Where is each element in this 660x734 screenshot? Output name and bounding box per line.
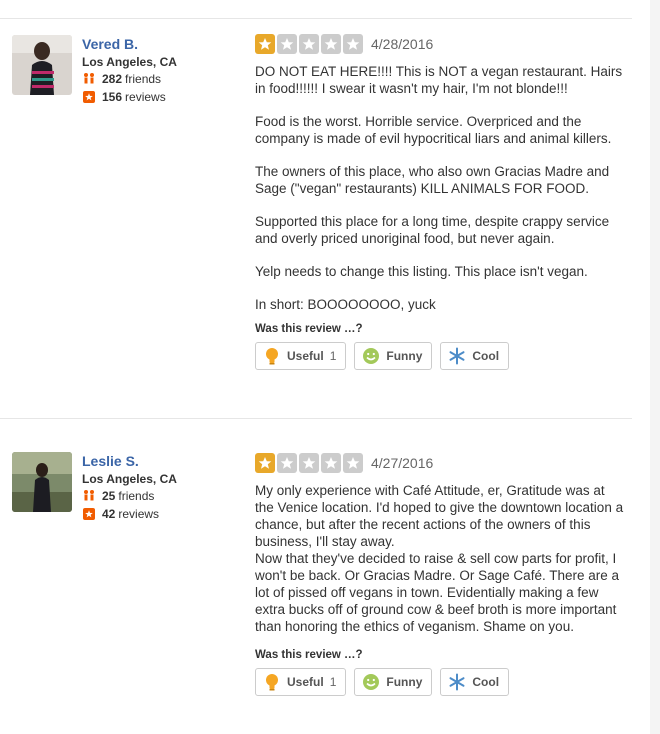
useful-button[interactable]: Useful 1 (255, 668, 347, 696)
review-paragraph: Supported this place for a long time, de… (255, 214, 610, 246)
review-content: 4/27/2016 My only experience with Café A… (255, 452, 625, 696)
reviews-stat: 42 reviews (82, 505, 252, 523)
user-location: Los Angeles, CA (82, 472, 177, 486)
star-icon (277, 453, 297, 473)
snowflake-icon (448, 673, 466, 691)
review-paragraph: In short: BOOOOOOOO, yuck (255, 297, 436, 312)
page-scroll-edge (650, 0, 660, 734)
user-info: Leslie S. Los Angeles, CA 25 friends 42 … (82, 452, 252, 523)
vote-label: Was this review …? (255, 649, 363, 661)
rating-row: 4/28/2016 (255, 33, 625, 55)
review-content: 4/28/2016 DO NOT EAT HERE!!!! This is NO… (255, 33, 625, 370)
useful-button[interactable]: Useful 1 (255, 342, 347, 370)
useful-label: Useful (287, 349, 324, 363)
star-icon (255, 34, 275, 54)
reviews-stat: 156 reviews (82, 88, 252, 106)
review-paragraph: Now that they've decided to raise & sell… (255, 551, 619, 634)
useful-count: 1 (329, 675, 337, 689)
user-info: Vered B. Los Angeles, CA 282 friends 156… (82, 35, 252, 106)
funny-label: Funny (386, 349, 423, 363)
review-divider (0, 418, 632, 419)
reviews-count: 42 (102, 507, 116, 521)
star-icon (321, 453, 341, 473)
smiley-icon (362, 673, 380, 691)
vote-buttons: Useful 1 Funny Cool (255, 668, 625, 696)
friends-count: 282 (102, 72, 123, 86)
review-star-icon (82, 90, 96, 104)
friends-stat: 25 friends (82, 487, 252, 505)
star-rating (255, 34, 363, 54)
star-icon (343, 453, 363, 473)
reviews-label: reviews (125, 90, 166, 104)
lightbulb-icon (263, 673, 281, 691)
review-paragraph: DO NOT EAT HERE!!!! This is NOT a vegan … (255, 64, 623, 96)
user-location: Los Angeles, CA (82, 55, 177, 69)
friends-icon (82, 489, 96, 503)
star-icon (299, 453, 319, 473)
funny-button[interactable]: Funny (354, 342, 433, 370)
avatar[interactable] (12, 452, 72, 512)
star-icon (299, 34, 319, 54)
review-text: DO NOT EAT HERE!!!! This is NOT a vegan … (255, 63, 625, 313)
avatar[interactable] (12, 35, 72, 95)
review-paragraph: Food is the worst. Horrible service. Ove… (255, 114, 612, 146)
friends-icon (82, 72, 96, 86)
cool-button[interactable]: Cool (440, 342, 510, 370)
user-name-link[interactable]: Vered B. (82, 35, 252, 53)
star-rating (255, 453, 363, 473)
star-icon (321, 34, 341, 54)
useful-label: Useful (287, 675, 324, 689)
lightbulb-icon (263, 347, 281, 365)
rating-row: 4/27/2016 (255, 452, 625, 474)
review-paragraph: The owners of this place, who also own G… (255, 164, 610, 196)
friends-label: friends (125, 72, 162, 86)
star-icon (255, 453, 275, 473)
friends-stat: 282 friends (82, 70, 252, 88)
smiley-icon (362, 347, 380, 365)
funny-label: Funny (386, 675, 423, 689)
vote-buttons: Useful 1 Funny Cool (255, 342, 625, 370)
useful-count: 1 (329, 349, 337, 363)
funny-button[interactable]: Funny (354, 668, 433, 696)
reviews-label: reviews (118, 507, 160, 521)
review-date: 4/27/2016 (371, 455, 434, 471)
cool-button[interactable]: Cool (440, 668, 510, 696)
top-divider (0, 18, 632, 19)
review-paragraph: Yelp needs to change this listing. This … (255, 264, 588, 279)
star-icon (277, 34, 297, 54)
cool-label: Cool (472, 675, 500, 689)
review-text: My only experience with Café Attitude, e… (255, 482, 625, 635)
friends-label: friends (118, 489, 155, 503)
cool-label: Cool (472, 349, 500, 363)
vote-label: Was this review …? (255, 323, 363, 335)
reviews-count: 156 (102, 90, 123, 104)
friends-count: 25 (102, 489, 116, 503)
user-name-link[interactable]: Leslie S. (82, 452, 252, 470)
star-icon (343, 34, 363, 54)
snowflake-icon (448, 347, 466, 365)
review-date: 4/28/2016 (371, 36, 434, 52)
review-paragraph: My only experience with Café Attitude, e… (255, 483, 624, 549)
review-star-icon (82, 507, 96, 521)
